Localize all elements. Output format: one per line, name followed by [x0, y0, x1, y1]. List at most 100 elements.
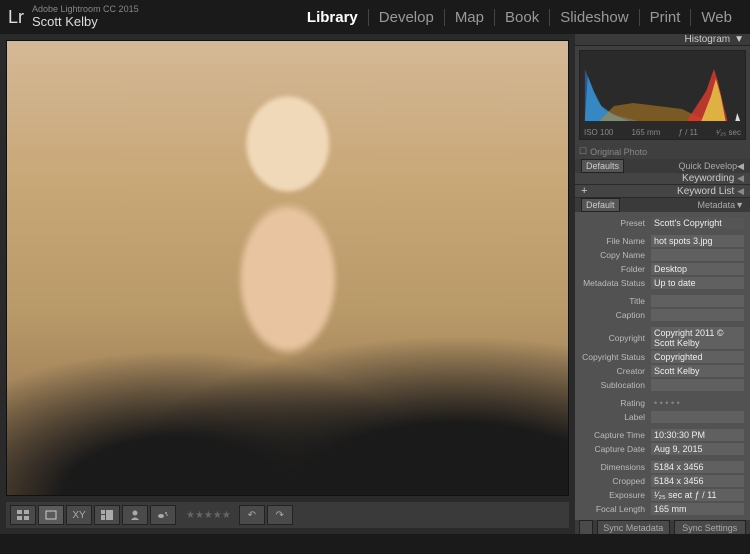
metadata-value[interactable]: Scott Kelby: [651, 365, 744, 377]
module-book[interactable]: Book: [495, 9, 550, 26]
main-area: XY ★★★★★ ↶ ↷ Histogram ▼ ISO 100: [0, 34, 750, 534]
plus-icon[interactable]: +: [581, 185, 587, 197]
sync-settings-button[interactable]: Sync Settings: [674, 520, 747, 534]
right-panel: Histogram ▼ ISO 100 165 mm ƒ / 11 ¹⁄₂₅ s…: [575, 34, 750, 534]
keyword-list-title: Keyword List: [677, 186, 734, 197]
metadata-label: Title: [581, 296, 651, 306]
sync-bar: Sync Metadata Sync Settings: [575, 520, 750, 534]
metadata-label: Sublocation: [581, 380, 651, 390]
sync-metadata-button[interactable]: Sync Metadata: [597, 520, 670, 534]
survey-view-button[interactable]: [94, 505, 120, 525]
rotate-left-button[interactable]: ↶: [239, 505, 265, 525]
quick-develop-title[interactable]: Quick Develop: [679, 161, 738, 171]
metadata-label: Creator: [581, 366, 651, 376]
keywording-header[interactable]: Keywording ◀: [575, 173, 750, 185]
metadata-row: Capture DateAug 9, 2015: [575, 442, 750, 456]
metadata-value[interactable]: 10:30:30 PM: [651, 429, 744, 441]
metadata-row: CreatorScott Kelby: [575, 364, 750, 378]
metadata-value[interactable]: hot spots 3.jpg: [651, 235, 744, 247]
metadata-value[interactable]: [651, 249, 744, 261]
rotate-right-icon: ↷: [276, 510, 284, 521]
module-develop[interactable]: Develop: [369, 9, 445, 26]
metadata-label: Cropped: [581, 476, 651, 486]
histogram-header[interactable]: Histogram ▼: [575, 34, 750, 46]
metadata-value[interactable]: Copyright 2011 © Scott Kelby: [651, 327, 744, 349]
original-photo-check[interactable]: ☐ Original Photo: [575, 144, 750, 159]
metadata-value[interactable]: Desktop: [651, 263, 744, 275]
metadata-label: Capture Time: [581, 430, 651, 440]
metadata-row: CopyrightCopyright 2011 © Scott Kelby: [575, 326, 750, 350]
metadata-row: Dimensions5184 x 3456: [575, 460, 750, 474]
histogram-footer: ISO 100 165 mm ƒ / 11 ¹⁄₂₅ sec: [580, 124, 745, 140]
metadata-label: Copy Name: [581, 250, 651, 260]
quick-develop-row: Defaults Quick Develop ◀: [575, 159, 750, 173]
header-left: Lr Adobe Lightroom CC 2015 Scott Kelby: [8, 5, 139, 29]
histo-shutter: ¹⁄₂₅ sec: [716, 128, 741, 137]
bottom-spacer: [0, 534, 750, 554]
compare-view-button[interactable]: XY: [66, 505, 92, 525]
metadata-label: Focal Length: [581, 504, 651, 514]
metadata-value[interactable]: Up to date: [651, 277, 744, 289]
metadata-label: Metadata Status: [581, 278, 651, 288]
loupe-toolbar: XY ★★★★★ ↶ ↷: [6, 502, 569, 528]
metadata-row: FolderDesktop: [575, 262, 750, 276]
grid-view-button[interactable]: [10, 505, 36, 525]
preset-dropdown[interactable]: Scott's Copyright: [651, 217, 744, 229]
module-library[interactable]: Library: [297, 9, 369, 26]
checkbox-icon: ☐: [579, 146, 587, 157]
metadata-header-row: Default Metadata ▼: [575, 198, 750, 212]
metadata-value[interactable]: ¹⁄₂₅ sec at ƒ / 11: [651, 489, 744, 501]
metadata-value[interactable]: [651, 295, 744, 307]
label-row: Label: [575, 410, 750, 424]
module-web[interactable]: Web: [691, 9, 742, 26]
metadata-value[interactable]: Aug 9, 2015: [651, 443, 744, 455]
label-label: Label: [581, 412, 651, 422]
metadata-row: Title: [575, 294, 750, 308]
metadata-value[interactable]: [651, 309, 744, 321]
grid-icon: [17, 510, 29, 520]
defaults-dropdown[interactable]: Defaults: [581, 159, 624, 173]
histo-aperture: ƒ / 11: [678, 128, 697, 137]
preset-label: Preset: [581, 218, 651, 228]
module-map[interactable]: Map: [445, 9, 495, 26]
rating-stars[interactable]: ★★★★★: [186, 510, 231, 521]
metadata-value[interactable]: Copyrighted: [651, 351, 744, 363]
rating-dots[interactable]: • • • • •: [651, 397, 744, 409]
preset-row: Preset Scott's Copyright: [575, 216, 750, 230]
keywording-title: Keywording: [682, 173, 734, 184]
triangle-down-icon: ▼: [734, 34, 744, 45]
person-icon: [129, 510, 141, 520]
metadata-mode-dropdown[interactable]: Default: [581, 198, 620, 212]
metadata-row: File Namehot spots 3.jpg: [575, 234, 750, 248]
spray-button[interactable]: [150, 505, 176, 525]
photo-preview[interactable]: [6, 40, 569, 496]
metadata-row: Copyright StatusCopyrighted: [575, 350, 750, 364]
metadata-body: Preset Scott's Copyright File Namehot sp…: [575, 212, 750, 520]
loupe-view-button[interactable]: [38, 505, 64, 525]
prev-photo-button[interactable]: [579, 520, 593, 534]
metadata-label: Folder: [581, 264, 651, 274]
rotate-right-button[interactable]: ↷: [267, 505, 293, 525]
spray-icon: [157, 510, 169, 520]
metadata-label: Capture Date: [581, 444, 651, 454]
metadata-label: File Name: [581, 236, 651, 246]
keyword-list-header[interactable]: + Keyword List ◀: [575, 185, 750, 198]
metadata-label: Copyright Status: [581, 352, 651, 362]
histogram-title: Histogram: [685, 34, 731, 45]
user-name: Scott Kelby: [32, 15, 139, 29]
metadata-value[interactable]: [651, 379, 744, 391]
metadata-value[interactable]: 165 mm: [651, 503, 744, 515]
compare-icon: XY: [72, 510, 85, 521]
histogram-display[interactable]: ISO 100 165 mm ƒ / 11 ¹⁄₂₅ sec: [579, 50, 746, 140]
module-print[interactable]: Print: [640, 9, 692, 26]
original-photo-label: Original Photo: [590, 147, 647, 157]
metadata-row: Caption: [575, 308, 750, 322]
metadata-label: Exposure: [581, 490, 651, 500]
metadata-row: Sublocation: [575, 378, 750, 392]
label-field[interactable]: [651, 411, 744, 423]
metadata-value[interactable]: 5184 x 3456: [651, 475, 744, 487]
people-view-button[interactable]: [122, 505, 148, 525]
module-slideshow[interactable]: Slideshow: [550, 9, 639, 26]
metadata-value[interactable]: 5184 x 3456: [651, 461, 744, 473]
metadata-title[interactable]: Metadata: [698, 200, 736, 210]
